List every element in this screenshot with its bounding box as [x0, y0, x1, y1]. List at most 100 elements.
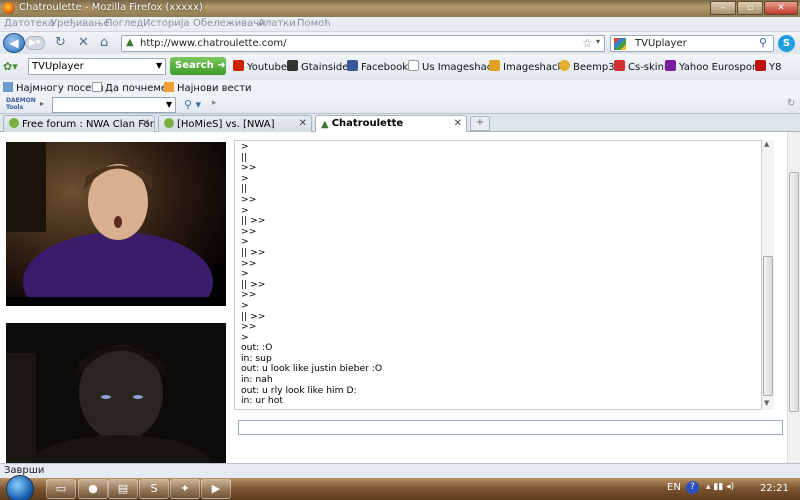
scroll-up-icon[interactable]: ▲ — [764, 140, 769, 148]
search-box[interactable]: TVUplayer ⚲ — [610, 35, 774, 52]
daemon-search-icon[interactable]: ⚲ ▾ — [184, 98, 201, 111]
clock[interactable]: 22:21 — [760, 483, 789, 494]
bookmark-most-visited[interactable]: Најмногу посети — [3, 82, 104, 94]
language-indicator[interactable]: EN — [667, 482, 681, 493]
windows-taskbar: ▭ ● ▤ S ✦ ▶ EN ? ▴ ▮▮ ◂) 22:21 — [0, 475, 800, 500]
url-bar[interactable]: ▲ http://www.chatroulette.com/ ☆ ▾ — [121, 35, 605, 52]
page-scrollbar-thumb[interactable] — [789, 172, 799, 412]
youtube-icon — [233, 60, 244, 71]
chat-line: >> — [241, 257, 257, 269]
toolbar-settings-icon[interactable]: ✿▾ — [3, 60, 18, 73]
url-text: http://www.chatroulette.com/ — [140, 38, 287, 49]
bookmark-beemp3[interactable]: Beemp3 — [559, 60, 615, 73]
menu-view[interactable]: Поглед — [105, 18, 143, 29]
skype-icon[interactable]: S — [778, 35, 795, 52]
start-button[interactable] — [6, 475, 34, 500]
bookmark-gtainside[interactable]: Gtainside — [287, 60, 348, 73]
tab-homies-vs-nwa[interactable]: [HoMieS] vs. [NWA] ✕ — [158, 115, 312, 132]
daemon-dropdown-icon[interactable]: ▸ — [40, 99, 44, 108]
chat-line: >> — [241, 225, 257, 237]
help-icon[interactable]: ? — [686, 481, 699, 494]
skype-taskbar-icon[interactable]: S — [139, 479, 169, 499]
forum-favicon-icon — [164, 118, 174, 128]
chat-line: in: ur hot — [241, 395, 283, 407]
scroll-down-icon[interactable]: ▼ — [764, 399, 769, 407]
firefox-logo-icon — [3, 2, 15, 14]
url-dropdown-icon[interactable]: ▾ — [596, 37, 600, 46]
bookmark-label: Imageshack — [503, 62, 564, 73]
tab-nwa-forum[interactable]: Free forum : NWA Clan Forum✕ — [3, 115, 155, 132]
bookmark-getting-started[interactable]: Да почнеме! — [92, 82, 171, 94]
chat-scrollbar[interactable]: ▲ ▼ — [761, 140, 774, 410]
menu-history[interactable]: Историја — [143, 18, 190, 29]
media-taskbar-icon[interactable]: ▶ — [201, 479, 231, 499]
forum-favicon-icon — [9, 118, 19, 128]
menu-help[interactable]: Помоћ — [297, 18, 331, 29]
bookmark-star-icon[interactable]: ☆ — [582, 36, 593, 50]
bookmark-us-imageshack[interactable]: Us Imageshack — [408, 60, 498, 73]
chat-line: >> — [241, 321, 257, 333]
page-scrollbar[interactable] — [787, 132, 800, 463]
forward-button[interactable]: ▶▾ — [25, 36, 45, 50]
self-webcam-video — [6, 323, 226, 465]
window-titlebar: Chatroulette - Mozilla Firefox (xxxxx) –… — [0, 0, 800, 17]
menu-bookmarks[interactable]: Обележивачи — [193, 18, 266, 29]
menu-bar: Датотека Уређивање Поглед Историја Обеле… — [0, 17, 800, 32]
chat-line: > — [241, 172, 249, 184]
daemon-search-combo[interactable]: ▼ — [52, 97, 176, 113]
chat-scrollbar-thumb[interactable] — [763, 256, 773, 396]
menu-edit[interactable]: Уређивање — [51, 18, 110, 29]
status-bar: Заврши — [0, 463, 800, 478]
status-text: Заврши — [4, 465, 45, 476]
page-icon — [408, 60, 419, 71]
close-tab-icon[interactable]: ✕ — [142, 118, 150, 129]
game-taskbar-icon[interactable]: ✦ — [170, 479, 200, 499]
tab-chatroulette[interactable]: ▲ Chatroulette ✕ — [315, 115, 467, 133]
search-button-label: Search — [175, 60, 214, 71]
app-taskbar-icon[interactable]: ▤ — [108, 479, 138, 499]
new-tab-button[interactable]: + — [470, 116, 490, 131]
facebook-icon — [347, 60, 358, 71]
toolbar-reload-icon[interactable]: ↻ — [787, 98, 795, 109]
tray-icons[interactable]: ▴ ▮▮ ◂) — [706, 482, 734, 492]
home-icon[interactable]: ⌂ — [100, 35, 108, 50]
most-visited-icon — [3, 82, 13, 92]
toolbar-search-button[interactable]: Search ➜ — [170, 57, 226, 75]
bookmark-cs-skini[interactable]: Cs-skini — [614, 60, 667, 73]
tvuplayer-toolbar: ✿▾ TVUplayer ▼ Search ➜ Youtube Gtainsid… — [0, 54, 800, 80]
bookmark-label: Beemp3 — [573, 62, 615, 73]
maximize-button[interactable]: ▫ — [737, 1, 763, 15]
daemon-tools-toolbar: DAEMON Tools ▸ ▼ ⚲ ▾ ▸ ↻ — [0, 96, 800, 114]
close-tab-icon[interactable]: ✕ — [454, 118, 462, 129]
menu-file[interactable]: Датотека — [4, 18, 54, 29]
firefox-taskbar-icon[interactable]: ● — [78, 479, 108, 499]
search-magnifier-icon[interactable]: ⚲ — [759, 36, 767, 49]
explorer-taskbar-icon[interactable]: ▭ — [46, 479, 76, 499]
bookmark-imageshack[interactable]: Imageshack — [489, 60, 563, 73]
close-window-button[interactable]: ✕ — [764, 1, 798, 15]
tab-label: Free forum : NWA Clan Forum — [22, 119, 154, 130]
chat-line: || >> — [241, 310, 266, 322]
bookmark-latest-news[interactable]: Најнови вести — [164, 82, 252, 94]
search-engine-text: TVUplayer — [635, 38, 687, 49]
tvuplayer-search-combo[interactable]: TVUplayer ▼ — [28, 58, 166, 75]
bookmarks-bar: Најмногу посети Да почнеме! Најнови вест… — [0, 80, 800, 96]
chat-line: >> — [241, 162, 257, 174]
menu-tools[interactable]: Алатки — [258, 18, 296, 29]
bookmark-label: Y8 — [769, 62, 782, 73]
back-button[interactable]: ◀ — [3, 33, 25, 53]
close-tab-icon[interactable]: ✕ — [299, 118, 307, 129]
chevron-down-icon[interactable]: ▼ — [156, 61, 162, 70]
bookmark-facebook[interactable]: Facebook — [347, 60, 408, 73]
reload-icon[interactable]: ↻ — [55, 35, 66, 50]
cs-skini-icon — [614, 60, 625, 71]
bookmark-label: Најнови вести — [177, 83, 252, 94]
bookmark-youtube[interactable]: Youtube — [233, 60, 287, 73]
bookmark-y8[interactable]: Y8 — [755, 60, 781, 73]
chevron-down-icon[interactable]: ▼ — [166, 100, 172, 109]
minimize-button[interactable]: – — [710, 1, 736, 15]
search-engine-icon[interactable] — [614, 38, 626, 50]
bookmark-yahoo-eurosport[interactable]: Yahoo Eurosport — [665, 60, 760, 73]
stop-icon[interactable]: ✕ — [78, 35, 89, 50]
chat-message-input[interactable] — [238, 420, 783, 435]
